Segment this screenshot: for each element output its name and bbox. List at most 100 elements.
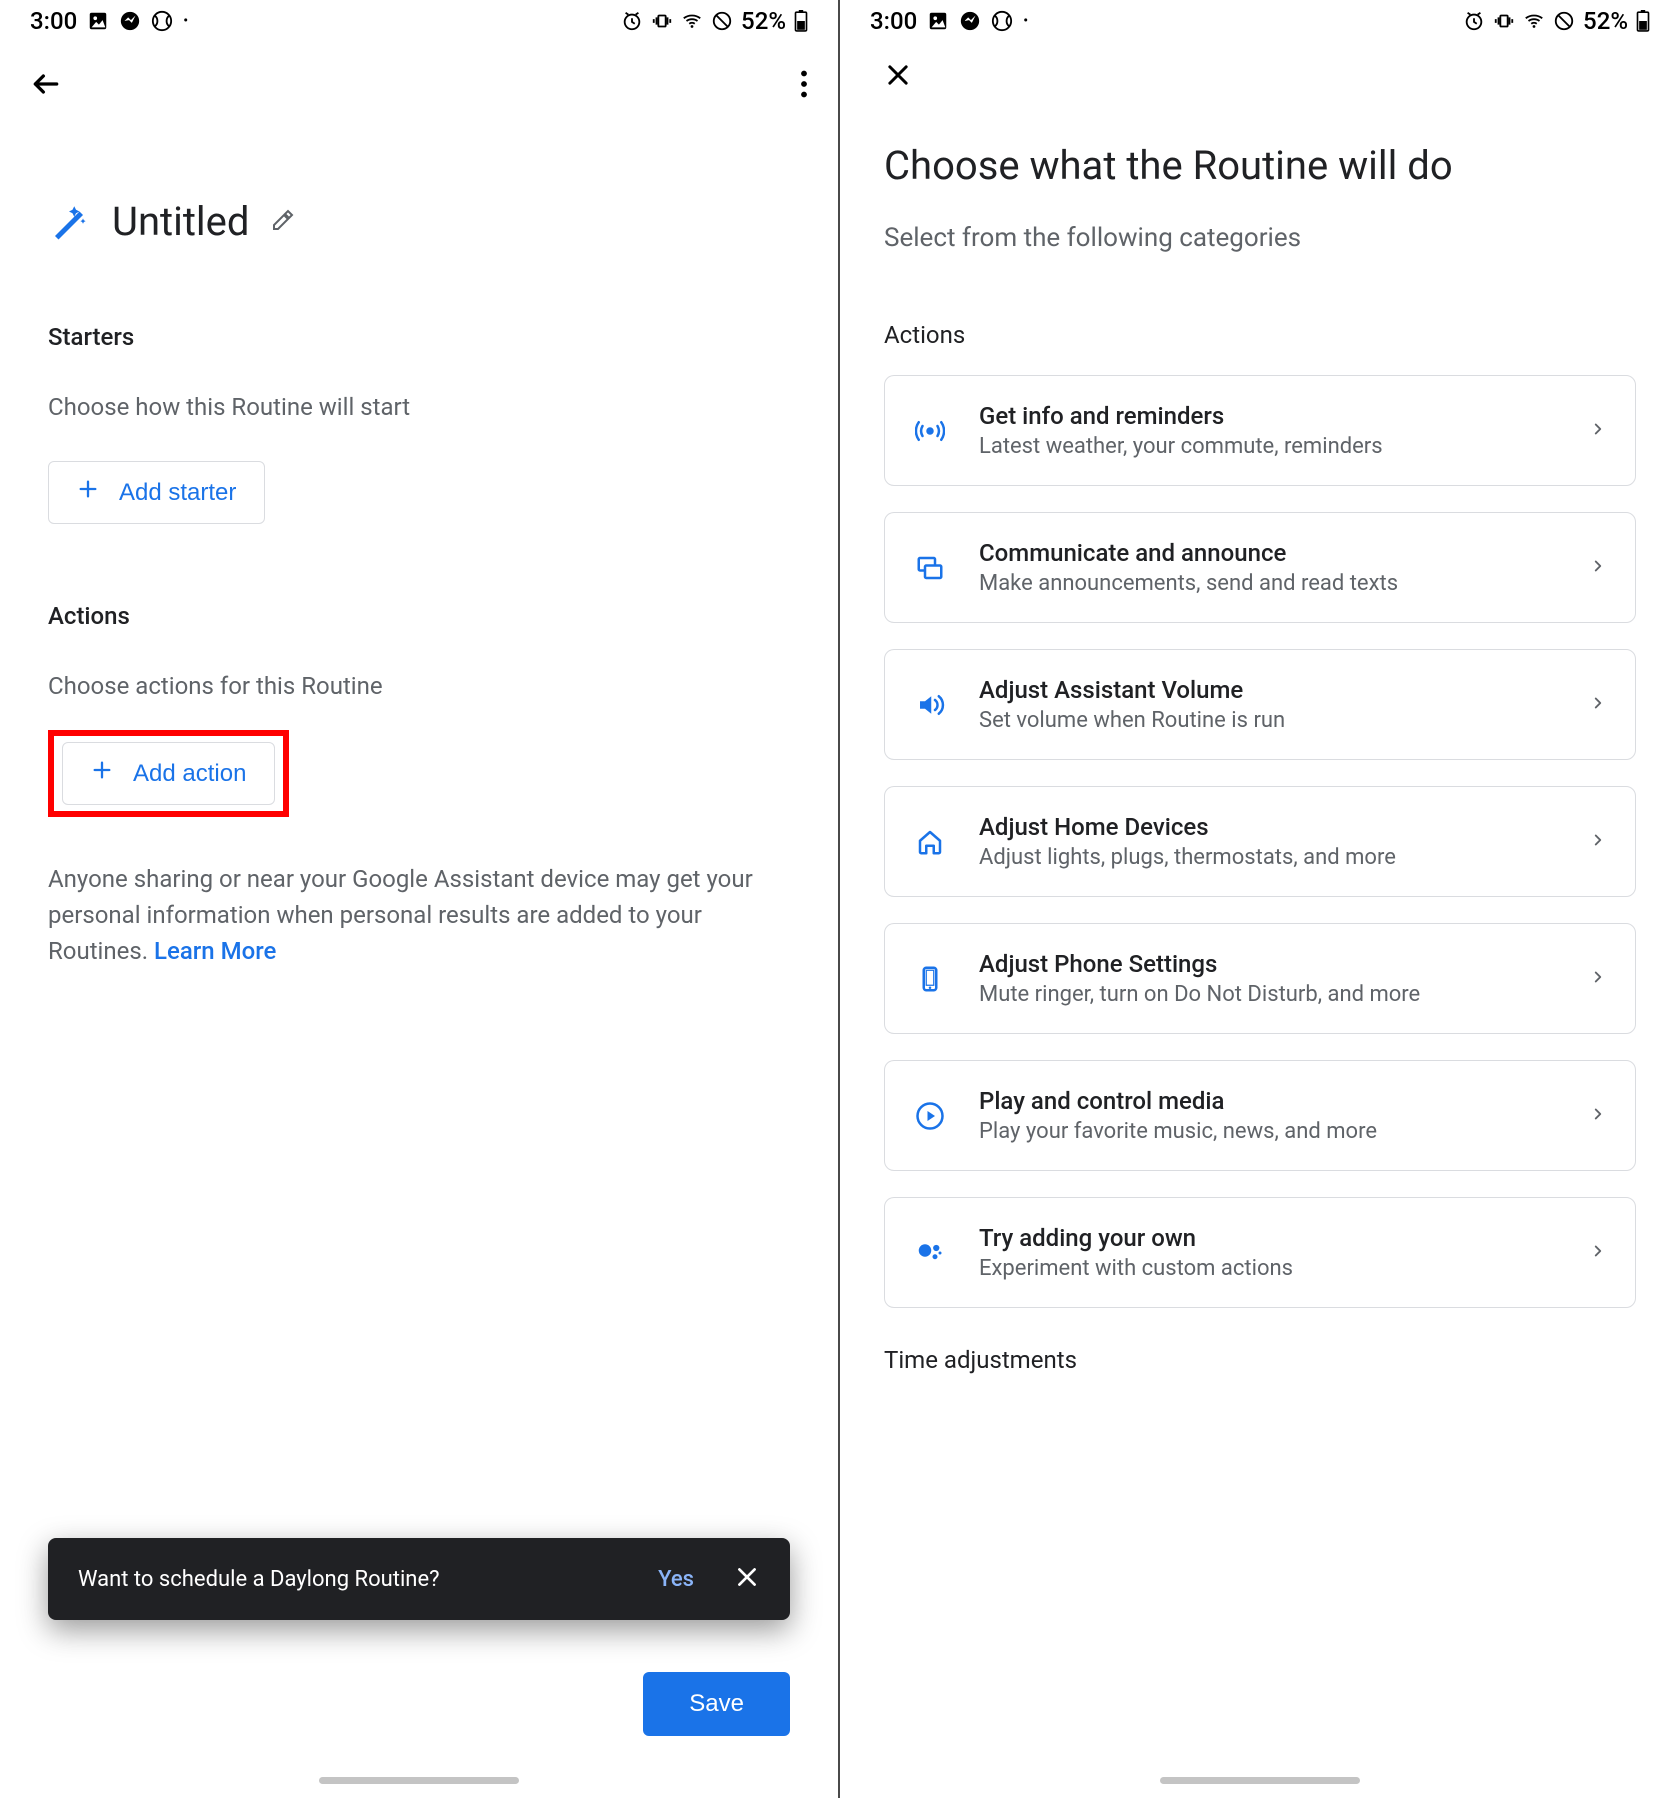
action-card-broadcast[interactable]: Get info and reminders Latest weather, yo… [884, 375, 1636, 486]
title-row: Untitled [48, 198, 790, 245]
nav-handle[interactable] [319, 1777, 519, 1784]
action-card-volume[interactable]: Adjust Assistant Volume Set volume when R… [884, 649, 1636, 760]
add-starter-button[interactable]: Add starter [48, 461, 265, 524]
volume-icon [913, 688, 947, 722]
status-bar: 3:00 • 52% [0, 0, 838, 42]
wifi-icon [1523, 10, 1545, 32]
starters-label: Starters [48, 323, 790, 351]
status-bar: 3:00 • 52% [840, 0, 1680, 42]
action-sub: Set volume when Routine is run [979, 708, 1557, 733]
snackbar: Want to schedule a Daylong Routine? Yes [48, 1538, 790, 1620]
action-title: Adjust Phone Settings [979, 950, 1557, 978]
chevron-right-icon [1589, 557, 1607, 579]
actions-sub: Choose actions for this Routine [48, 672, 790, 700]
page-title: Choose what the Routine will do [884, 142, 1636, 189]
dot-icon: • [1023, 13, 1028, 29]
more-icon[interactable] [800, 70, 808, 102]
page-subtitle: Select from the following categories [884, 223, 1636, 253]
action-card-assistant[interactable]: Try adding your ownExperiment with custo… [884, 1197, 1636, 1308]
chevron-right-icon [1589, 1242, 1607, 1264]
action-card-home[interactable]: Adjust Home Devices Adjust lights, plugs,… [884, 786, 1636, 897]
wand-icon [48, 201, 90, 243]
nav-handle[interactable] [1160, 1777, 1360, 1784]
action-text: Get info and reminders Latest weather, yo… [979, 402, 1557, 459]
phone-icon [913, 962, 947, 996]
battery-icon [1636, 10, 1650, 32]
snackbar-yes[interactable]: Yes [658, 1567, 694, 1592]
close-icon[interactable] [734, 1564, 760, 1594]
action-text: Adjust Home Devices Adjust lights, plugs,… [979, 813, 1557, 870]
highlight-box: Add action [48, 730, 289, 817]
no-data-icon [1553, 10, 1575, 32]
gallery-icon [87, 10, 109, 32]
battery-icon [794, 10, 808, 32]
vibrate-icon [1493, 10, 1515, 32]
action-card-chat[interactable]: Communicate and announce Make announcemen… [884, 512, 1636, 623]
gallery-icon [927, 10, 949, 32]
chevron-right-icon [1589, 694, 1607, 716]
action-sub: Play your favorite music, news, and more [979, 1119, 1557, 1144]
action-card-phone[interactable]: Adjust Phone Settings Mute ringer, turn o… [884, 923, 1636, 1034]
back-icon[interactable] [30, 68, 62, 104]
appbar [0, 42, 838, 130]
info-text: Anyone sharing or near your Google Assis… [48, 861, 790, 969]
action-title: Adjust Home Devices [979, 813, 1557, 841]
content: Untitled Starters Choose how this Routin… [0, 198, 838, 969]
add-starter-label: Add starter [119, 479, 236, 507]
learn-more-link[interactable]: Learn More [154, 937, 276, 965]
action-sub: Adjust lights, plugs, thermostats, and m… [979, 845, 1557, 870]
edit-icon[interactable] [271, 208, 295, 236]
phone-screen-left: 3:00 • 52% Untitled Starters Choose how … [0, 0, 840, 1798]
action-text: Communicate and announce Make announcemen… [979, 539, 1557, 596]
snackbar-actions: Yes [658, 1564, 760, 1594]
action-text: Play and control media Play your favorite… [979, 1087, 1557, 1144]
dot-icon: • [183, 13, 188, 29]
action-title: Communicate and announce [979, 539, 1557, 567]
content: Choose what the Routine will do Select f… [840, 142, 1680, 1374]
wifi-icon [681, 10, 703, 32]
appbar [840, 42, 1680, 112]
clock: 3:00 [870, 7, 917, 35]
action-sub: Mute ringer, turn on Do Not Disturb, and… [979, 982, 1557, 1007]
chevron-right-icon [1589, 831, 1607, 853]
no-data-icon [711, 10, 733, 32]
vibrate-icon [651, 10, 673, 32]
messenger-icon [959, 10, 981, 32]
sports-icon [151, 10, 173, 32]
plus-icon [91, 759, 113, 788]
broadcast-icon [913, 414, 947, 448]
battery-percent: 52% [741, 7, 786, 35]
action-sub: Make announcements, send and read texts [979, 571, 1557, 596]
sports-icon [991, 10, 1013, 32]
battery-percent: 52% [1583, 7, 1628, 35]
chevron-right-icon [1589, 968, 1607, 990]
status-right: 52% [621, 7, 808, 35]
chevron-right-icon [1589, 1105, 1607, 1127]
status-left: 3:00 • [30, 7, 188, 35]
action-title: Adjust Assistant Volume [979, 676, 1557, 704]
action-text: Try adding your ownExperiment with custo… [979, 1224, 1557, 1281]
starters-sub: Choose how this Routine will start [48, 393, 790, 421]
alarm-icon [621, 10, 643, 32]
actions-label: Actions [48, 602, 790, 630]
assistant-icon [913, 1236, 947, 1270]
alarm-icon [1463, 10, 1485, 32]
add-action-button[interactable]: Add action [62, 742, 275, 805]
action-title: Try adding your own [979, 1224, 1557, 1252]
status-right: 52% [1463, 7, 1650, 35]
action-text: Adjust Assistant Volume Set volume when R… [979, 676, 1557, 733]
action-title: Play and control media [979, 1087, 1557, 1115]
clock: 3:00 [30, 7, 77, 35]
actions-section-label: Actions [884, 321, 1636, 349]
action-title: Get info and reminders [979, 402, 1557, 430]
cards-container: Get info and reminders Latest weather, yo… [884, 375, 1636, 1308]
snackbar-text: Want to schedule a Daylong Routine? [78, 1567, 440, 1592]
action-card-play[interactable]: Play and control media Play your favorite… [884, 1060, 1636, 1171]
chat-icon [913, 551, 947, 585]
save-button[interactable]: Save [643, 1672, 790, 1736]
home-icon [913, 825, 947, 859]
messenger-icon [119, 10, 141, 32]
close-icon[interactable] [884, 61, 912, 93]
action-sub: Latest weather, your commute, reminders [979, 434, 1557, 459]
plus-icon [77, 478, 99, 507]
